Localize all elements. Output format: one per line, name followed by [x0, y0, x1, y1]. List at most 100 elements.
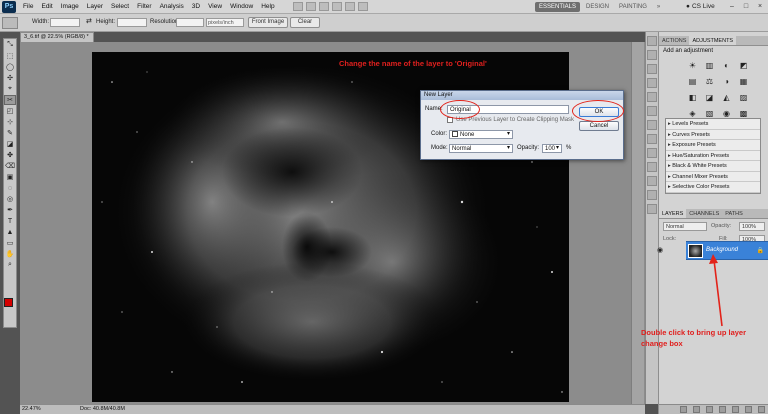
history-brush-tool-icon[interactable]: ✤	[4, 150, 16, 160]
crop-tool-preset-icon[interactable]	[2, 17, 18, 29]
menu-edit[interactable]: Edit	[37, 3, 56, 10]
eye-visibility-icon[interactable]: ◉	[657, 246, 667, 254]
cs-live-button[interactable]: ● CS Live	[686, 3, 715, 10]
move-tool-icon[interactable]: ⬚	[4, 51, 16, 61]
menu-help[interactable]: Help	[257, 3, 278, 10]
menu-window[interactable]: Window	[226, 3, 257, 10]
zoom-level-icon[interactable]	[318, 2, 329, 11]
resolution-input[interactable]	[176, 18, 204, 27]
delete-layer-icon[interactable]	[758, 406, 765, 413]
hand-tool-icon[interactable]: ✋	[4, 249, 16, 259]
foreground-color-swatch[interactable]	[4, 298, 13, 307]
preset-curves[interactable]: Curves Presets	[666, 130, 760, 140]
masks-panel-icon[interactable]	[647, 148, 657, 158]
vibrance-icon[interactable]: ▤	[687, 76, 698, 87]
lasso-tool-icon[interactable]: ✣	[4, 73, 16, 83]
menu-select[interactable]: Select	[107, 3, 133, 10]
workspace-design[interactable]: DESIGN	[582, 2, 613, 12]
clone-stamp-tool-icon[interactable]: ◪	[4, 139, 16, 149]
layers-opacity-input[interactable]: 100%	[739, 222, 765, 231]
workspace-essentials[interactable]: ESSENTIALS	[535, 2, 581, 12]
levels-icon[interactable]: ▥	[704, 60, 715, 71]
color-panel-icon[interactable]	[647, 50, 657, 60]
height-input[interactable]	[117, 18, 147, 27]
minimize-icon[interactable]: –	[726, 2, 738, 11]
photo-filter-icon[interactable]: ◧	[687, 92, 698, 103]
invert-icon[interactable]: ◭	[721, 92, 732, 103]
tab-actions[interactable]: ACTIONS	[659, 36, 689, 45]
info-panel-icon[interactable]	[647, 162, 657, 172]
add-mask-icon[interactable]	[706, 406, 713, 413]
menu-file[interactable]: File	[19, 3, 37, 10]
color-balance-icon[interactable]: ◑	[721, 76, 732, 87]
preset-black-white[interactable]: Black & White Presets	[666, 161, 760, 172]
preset-selective-color[interactable]: Selective Color Presets	[666, 182, 760, 193]
arrange-icon[interactable]	[344, 2, 355, 11]
preset-hue-saturation[interactable]: Hue/Saturation Presets	[666, 151, 760, 161]
brush-panel-icon[interactable]	[647, 92, 657, 102]
minibridge-icon[interactable]	[305, 2, 316, 11]
type-tool-icon[interactable]: T	[4, 216, 16, 226]
posterize-icon[interactable]: ▨	[738, 92, 749, 103]
mode-select[interactable]: Normal	[449, 144, 513, 153]
brightness-contrast-icon[interactable]: ☀	[687, 60, 698, 71]
crop-tool-icon[interactable]: ✂	[4, 95, 16, 105]
swap-icon[interactable]: ⇄	[86, 17, 92, 25]
dodge-tool-icon[interactable]: ◎	[4, 194, 16, 204]
document-tab[interactable]: 3_6.tif @ 22.5% (RGB/8) *	[20, 32, 94, 42]
front-image-button[interactable]: Front Image	[248, 17, 288, 28]
menu-analysis[interactable]: Analysis	[156, 3, 188, 10]
menu-image[interactable]: Image	[57, 3, 83, 10]
preset-channel-mixer[interactable]: Channel Mixer Presets	[666, 172, 760, 182]
history-panel-icon[interactable]	[647, 36, 657, 46]
path-select-tool-icon[interactable]: ▲	[4, 227, 16, 237]
zoom-tool-icon[interactable]: ⌕	[4, 260, 16, 270]
preset-levels[interactable]: Levels Presets	[666, 119, 760, 130]
eraser-tool-icon[interactable]: ⌫	[4, 161, 16, 171]
blur-tool-icon[interactable]: ◌	[4, 183, 16, 193]
bridge-icon[interactable]	[292, 2, 303, 11]
workspace-more[interactable]: »	[653, 2, 664, 12]
tab-channels[interactable]: CHANNELS	[686, 209, 722, 218]
character-panel-icon[interactable]	[647, 120, 657, 130]
eyedropper-tool-icon[interactable]: ◰	[4, 106, 16, 116]
channel-mixer-icon[interactable]: ◪	[704, 92, 715, 103]
menu-view[interactable]: View	[204, 3, 226, 10]
color-select[interactable]: None	[449, 130, 513, 139]
pen-tool-icon[interactable]: ✒	[4, 205, 16, 215]
tab-paths[interactable]: PATHS	[722, 209, 746, 218]
layer-style-icon[interactable]	[693, 406, 700, 413]
vertical-scrollbar[interactable]	[631, 42, 644, 404]
swatches-panel-icon[interactable]	[647, 64, 657, 74]
resolution-unit-select[interactable]: pixels/inch	[206, 18, 244, 27]
gradient-tool-icon[interactable]: ▣	[4, 172, 16, 182]
menu-filter[interactable]: Filter	[133, 3, 155, 10]
exposure-icon[interactable]: ◩	[738, 60, 749, 71]
quick-select-tool-icon[interactable]: ⌖	[4, 84, 16, 94]
marquee-tool-icon[interactable]: ◯	[4, 62, 16, 72]
paragraph-panel-icon[interactable]	[647, 134, 657, 144]
maximize-icon[interactable]: □	[740, 2, 752, 11]
opacity-input[interactable]: 100	[542, 144, 562, 153]
brush-tool-icon[interactable]: ✎	[4, 128, 16, 138]
histogram-panel-icon[interactable]	[647, 190, 657, 200]
new-group-icon[interactable]	[732, 406, 739, 413]
hand-icon[interactable]	[331, 2, 342, 11]
new-adjustment-icon[interactable]	[719, 406, 726, 413]
collapse-toolbox-icon[interactable]: ⤡	[4, 40, 16, 50]
healing-brush-tool-icon[interactable]: ⊹	[4, 117, 16, 127]
tab-layers[interactable]: LAYERS	[659, 209, 687, 218]
zoom-level[interactable]: 22.47%	[22, 406, 41, 412]
menu-3d[interactable]: 3D	[188, 3, 204, 10]
shape-tool-icon[interactable]: ▭	[4, 238, 16, 248]
close-icon[interactable]: ×	[754, 2, 766, 11]
clear-button[interactable]: Clear	[290, 17, 320, 28]
width-input[interactable]	[50, 18, 80, 27]
clone-source-panel-icon[interactable]	[647, 106, 657, 116]
tool-presets-panel-icon[interactable]	[647, 204, 657, 214]
preset-exposure[interactable]: Exposure Presets	[666, 140, 760, 151]
hue-saturation-icon[interactable]: ⚖	[704, 76, 715, 87]
workspace-painting[interactable]: PAINTING	[615, 2, 651, 12]
cancel-button[interactable]: Cancel	[579, 121, 619, 131]
new-layer-icon[interactable]	[745, 406, 752, 413]
